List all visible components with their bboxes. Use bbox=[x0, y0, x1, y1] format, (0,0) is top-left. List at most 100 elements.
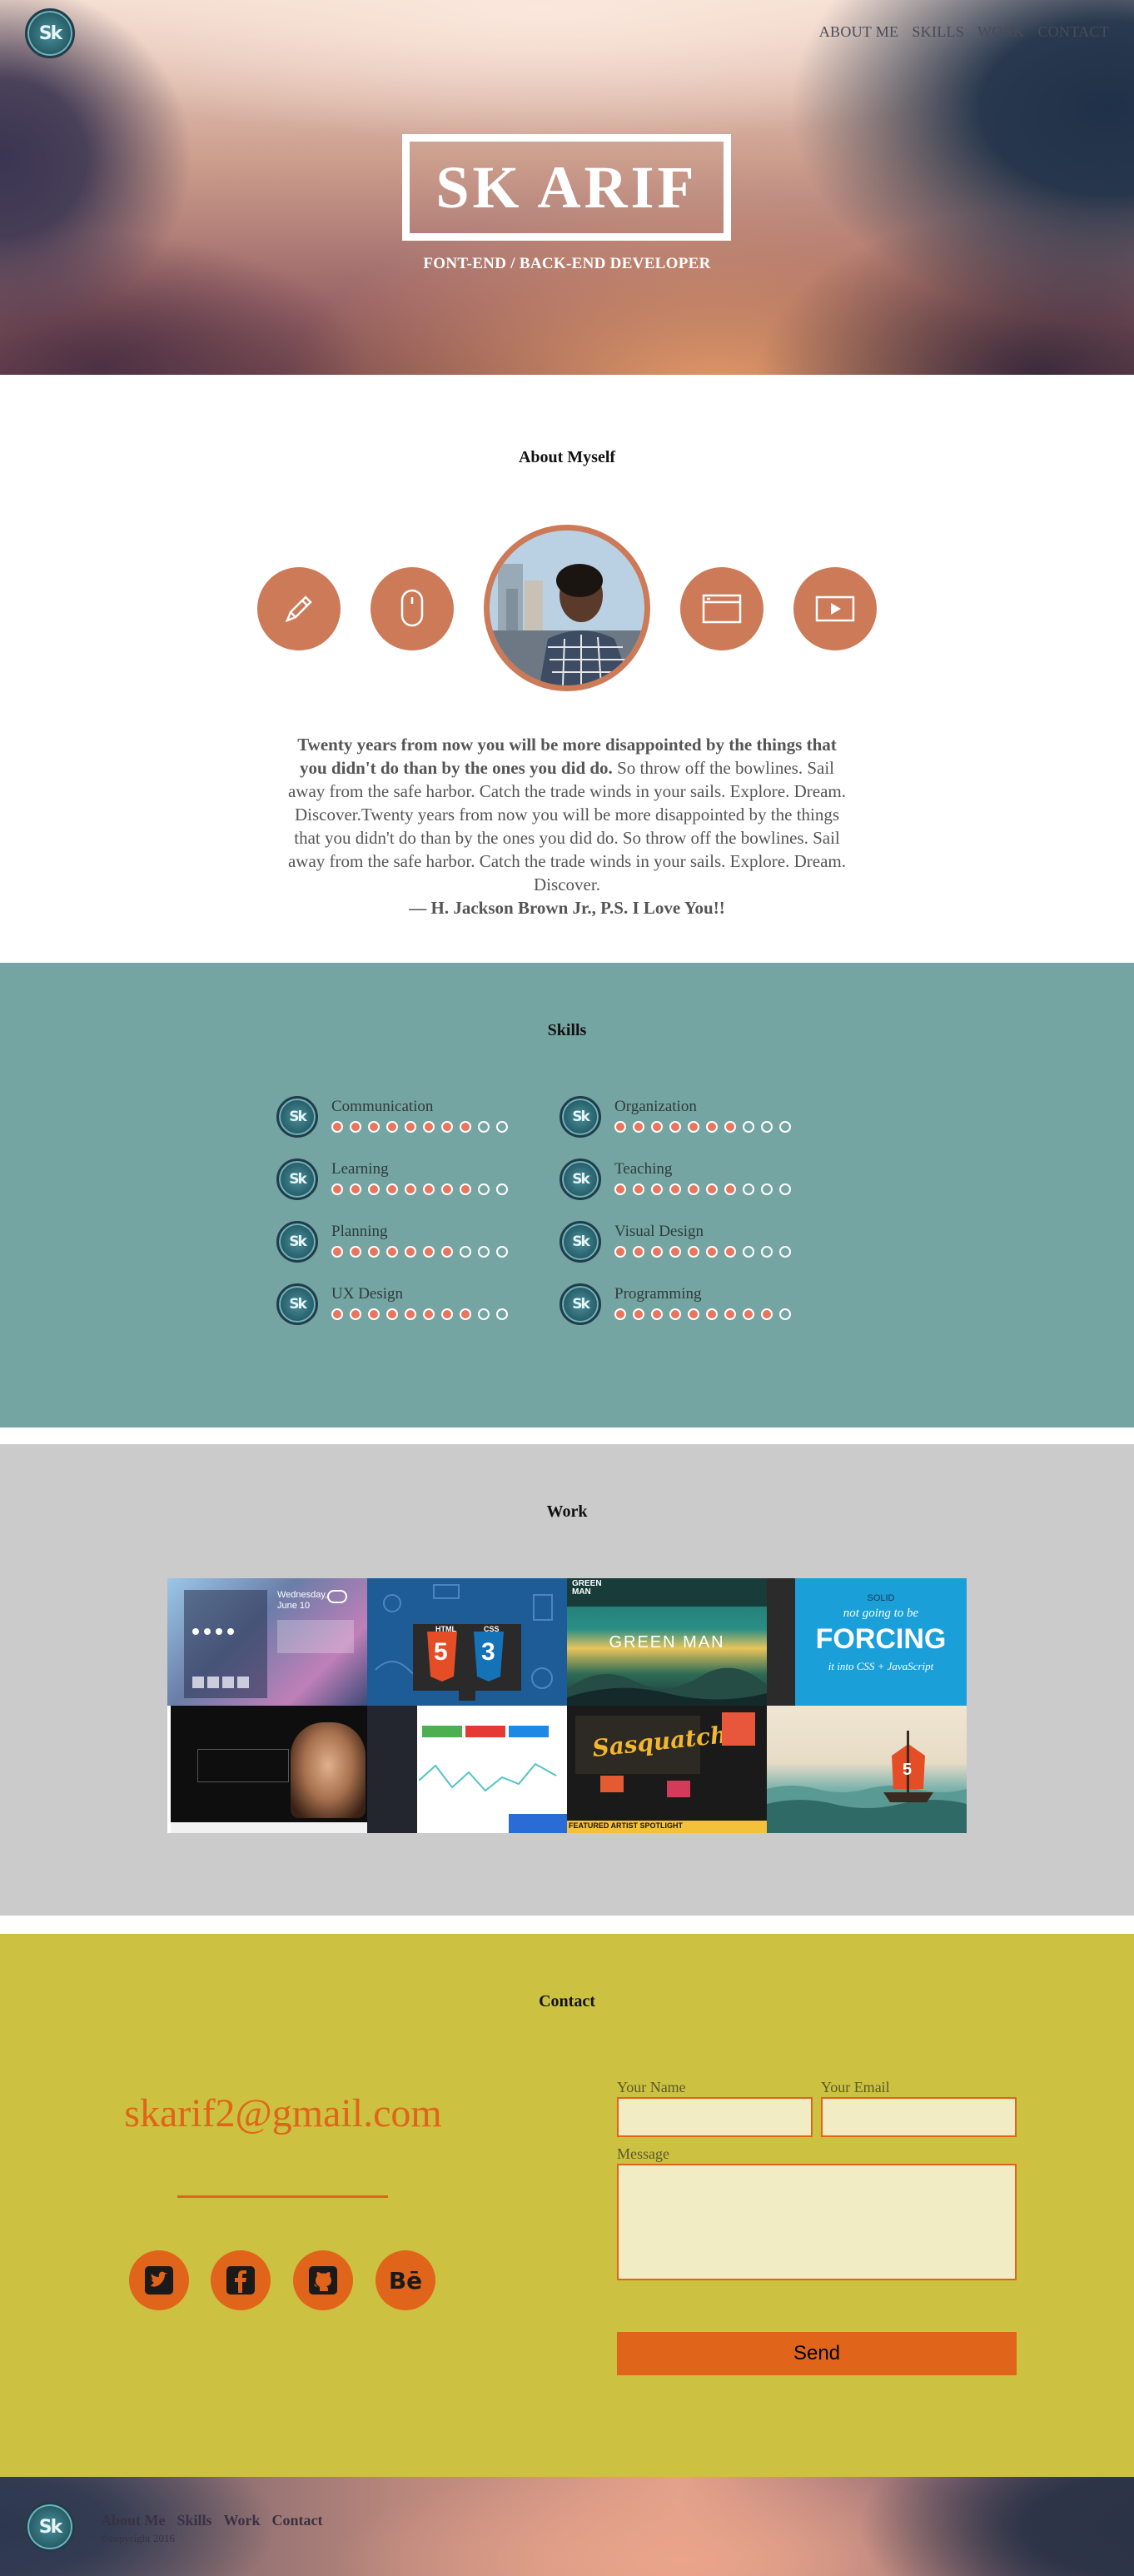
skill-logo-icon: Sk bbox=[276, 1158, 318, 1200]
nav-skills[interactable]: SKILLS bbox=[912, 23, 964, 41]
skill-logo-text: Sk bbox=[289, 1233, 307, 1250]
weather-day: Wednesday, bbox=[277, 1590, 328, 1600]
contact-email[interactable]: skarif2@gmail.com bbox=[0, 2090, 566, 2136]
skill-name: Visual Design bbox=[614, 1223, 704, 1240]
nav-work[interactable]: WORK bbox=[977, 23, 1024, 41]
skill-logo-text: Sk bbox=[289, 1296, 307, 1313]
skill-rating-dot bbox=[331, 1246, 343, 1258]
skill-rating-dot bbox=[743, 1183, 754, 1195]
skill-rating-dot bbox=[368, 1121, 380, 1133]
skill-rating-dot bbox=[651, 1183, 663, 1195]
hero-title: SK ARIF bbox=[435, 153, 698, 221]
work-heading: Work bbox=[546, 1502, 588, 1521]
skill-rating-dot bbox=[779, 1246, 791, 1258]
skill-name: Programming bbox=[614, 1285, 702, 1303]
work-tile-dashboard[interactable] bbox=[367, 1706, 567, 1833]
skill-rating-dot bbox=[460, 1246, 471, 1258]
nav-contact[interactable]: CONTACT bbox=[1037, 23, 1109, 41]
skill-rating-dot bbox=[423, 1121, 435, 1133]
name-input[interactable] bbox=[617, 2097, 813, 2137]
skill-rating-dot bbox=[614, 1308, 626, 1320]
skill-rating-dot bbox=[441, 1183, 453, 1195]
skill-name: Planning bbox=[331, 1223, 388, 1240]
css-label: CSS bbox=[484, 1625, 500, 1633]
skill-rating-dot bbox=[478, 1121, 490, 1133]
behance-icon[interactable]: Bē bbox=[376, 2250, 435, 2310]
contact-heading: Contact bbox=[539, 1992, 595, 2010]
skill-rating-dot bbox=[614, 1183, 626, 1195]
email-divider bbox=[177, 2195, 388, 2198]
skill-rating-dot bbox=[651, 1246, 663, 1258]
work-tile-fashion-site[interactable] bbox=[167, 1706, 367, 1833]
skill-rating-dot bbox=[478, 1308, 490, 1320]
footer-link-about-me[interactable]: About Me bbox=[101, 2512, 166, 2529]
skill-rating-dot bbox=[761, 1121, 773, 1133]
skill-item: Sk Communication bbox=[276, 1091, 526, 1138]
footer-link-contact[interactable]: Contact bbox=[272, 2512, 323, 2529]
skill-rating-dot bbox=[331, 1121, 343, 1133]
skill-item: Sk Programming bbox=[560, 1278, 809, 1325]
skill-rating-dot bbox=[724, 1121, 736, 1133]
facebook-icon[interactable] bbox=[211, 2250, 271, 2310]
skill-name: Organization bbox=[614, 1098, 697, 1115]
work-tile-sasquatch[interactable]: Sasquatch! FEATURED ARTIST SPOTLIGHT bbox=[567, 1706, 767, 1833]
skill-item: Sk Learning bbox=[276, 1153, 526, 1200]
work-section: Work Wednesday, June 10 HTML CSS 5 3 GREE… bbox=[0, 1444, 1134, 1916]
skill-rating-dot bbox=[779, 1183, 791, 1195]
skill-logo-text: Sk bbox=[572, 1296, 590, 1313]
skill-rating-dot bbox=[423, 1308, 435, 1320]
skill-rating-dot bbox=[633, 1308, 644, 1320]
skill-rating-dot bbox=[779, 1308, 791, 1320]
nav-about-me[interactable]: ABOUT ME bbox=[819, 23, 899, 41]
about-quote: Twenty years from now you will be more d… bbox=[283, 733, 851, 919]
skill-name: Learning bbox=[331, 1160, 389, 1178]
skill-rating-dot bbox=[688, 1246, 699, 1258]
name-label: Your Name bbox=[617, 2079, 686, 2095]
skill-rating bbox=[614, 1121, 791, 1133]
message-textarea[interactable] bbox=[617, 2164, 1017, 2280]
skill-rating-dot bbox=[669, 1183, 681, 1195]
twitter-icon[interactable] bbox=[129, 2250, 189, 2310]
skill-rating-dot bbox=[614, 1246, 626, 1258]
skill-rating-dot bbox=[460, 1121, 471, 1133]
skill-rating-dot bbox=[331, 1183, 343, 1195]
footer-link-skills[interactable]: Skills bbox=[177, 2512, 212, 2529]
work-tile-ship-html5[interactable]: 5 bbox=[767, 1706, 967, 1833]
skill-logo-icon: Sk bbox=[560, 1283, 601, 1325]
skill-rating-dot bbox=[669, 1308, 681, 1320]
skill-rating bbox=[614, 1246, 791, 1258]
skill-rating-dot bbox=[423, 1246, 435, 1258]
featured-label: FEATURED ARTIST SPOTLIGHT bbox=[569, 1821, 683, 1830]
site-logo[interactable]: Sk bbox=[25, 8, 75, 58]
skill-rating-dot bbox=[688, 1183, 699, 1195]
skill-name: Teaching bbox=[614, 1160, 673, 1178]
footer-link-work[interactable]: Work bbox=[224, 2512, 261, 2529]
hero-banner: Sk ABOUT ME SKILLS WORK CONTACT SK ARIF … bbox=[0, 0, 1134, 375]
work-tile-weather-app[interactable]: Wednesday, June 10 bbox=[167, 1578, 367, 1706]
about-section: About Myself Twenty years from now you w… bbox=[0, 375, 1134, 963]
skill-rating-dot bbox=[496, 1308, 508, 1320]
work-tile-green-man[interactable]: GREEN MAN GREEN MAN bbox=[567, 1578, 767, 1706]
green-man-logo: GREEN MAN bbox=[572, 1579, 602, 1597]
skills-section: Skills Sk Communication Sk Organization Sk Le… bbox=[0, 963, 1134, 1428]
send-button[interactable]: Send bbox=[617, 2332, 1017, 2375]
browser-window-icon bbox=[680, 567, 763, 650]
email-input[interactable] bbox=[821, 2097, 1017, 2137]
skill-logo-text: Sk bbox=[289, 1109, 307, 1125]
skill-rating-dot bbox=[350, 1183, 361, 1195]
skill-rating-dot bbox=[688, 1308, 699, 1320]
skill-rating-dot bbox=[743, 1121, 754, 1133]
skill-rating-dot bbox=[706, 1183, 718, 1195]
skill-rating-dot bbox=[368, 1308, 380, 1320]
work-tile-solid-forcing[interactable]: SOLID not going to be FORCING it into CS… bbox=[767, 1578, 967, 1706]
skill-rating-dot bbox=[350, 1121, 361, 1133]
message-label: Message bbox=[617, 2145, 669, 2162]
skill-logo-icon: Sk bbox=[276, 1221, 318, 1263]
skill-rating-dot bbox=[633, 1246, 644, 1258]
skill-rating-dot bbox=[386, 1121, 398, 1133]
work-tile-html5-css3[interactable]: HTML CSS 5 3 bbox=[367, 1578, 567, 1706]
github-icon[interactable] bbox=[293, 2250, 353, 2310]
green-man-title: GREEN MAN bbox=[609, 1633, 725, 1652]
footer-logo[interactable]: Sk bbox=[25, 2502, 75, 2552]
skill-rating bbox=[331, 1246, 508, 1258]
